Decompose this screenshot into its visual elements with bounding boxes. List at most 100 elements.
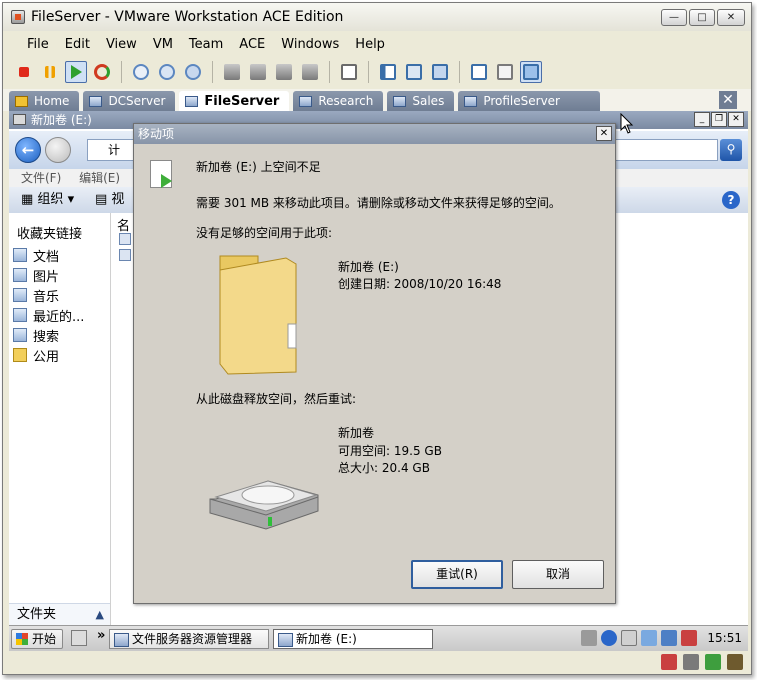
item-name: 新加卷 (E:) [338,260,399,274]
tab-profileserver[interactable]: ProfileServer [458,91,600,111]
team-suspend-button[interactable] [273,61,295,83]
monitor-icon[interactable] [661,630,678,646]
snapshot-icon [133,64,149,80]
folder-icon [13,348,27,362]
menu-ace[interactable]: ACE [231,37,273,52]
revert-snapshot-button[interactable] [156,61,178,83]
tab-fileserver[interactable]: FileServer [179,91,290,111]
search-input[interactable] [598,139,718,161]
nav-item-documents[interactable]: 文档 [13,245,84,265]
team-power-on-button[interactable] [247,61,269,83]
tab-home[interactable]: Home [9,91,80,111]
summary-view-icon [497,64,513,80]
taskbar-item-fsrm[interactable]: 文件服务器资源管理器 [109,629,269,649]
name-column-header[interactable]: 名 [117,215,130,234]
summary-view-button[interactable] [494,61,516,83]
quick-launch-icon[interactable] [71,630,87,646]
folders-toggle[interactable]: 文件夹 ▲ [9,603,110,625]
explorer-title: 新加卷 (E:) [31,113,92,127]
team-power-off-icon [224,64,240,80]
console-view-icon [471,64,487,80]
keyboard-icon[interactable] [581,630,598,646]
nav-item-search[interactable]: 搜索 [13,325,84,345]
minimize-button[interactable]: — [661,9,687,26]
tab-research[interactable]: Research [293,91,384,111]
power-on-icon [70,65,82,79]
back-button[interactable]: ← [15,137,41,163]
close-button[interactable]: ✕ [717,9,745,26]
dialog-title: 移动项 [138,127,175,141]
tab-dcserver[interactable]: DCServer [83,91,176,111]
menu-help[interactable]: Help [347,37,393,52]
usb-icon[interactable] [727,654,743,670]
menu-team[interactable]: Team [181,37,231,52]
quick-switch-button[interactable] [429,61,451,83]
clock[interactable]: 15:51 [707,631,742,645]
team-power-off-button[interactable] [221,61,243,83]
move-item-dialog: 移动项 ✕ 新加卷 (E:) 上空间不足 需要 301 MB 来移动此项目。请删… [133,123,616,604]
taskbar-item-label: 文件服务器资源管理器 [132,632,253,646]
chevron-right-icon[interactable]: » [97,628,105,643]
power-off-button[interactable] [13,61,35,83]
network-icon[interactable] [641,630,658,646]
close-tab-button[interactable]: ✕ [719,91,737,109]
team-reset-button[interactable] [299,61,321,83]
power-on-button[interactable] [65,61,87,83]
explorer-menu-file[interactable]: 文件(F) [21,171,61,185]
reset-button[interactable] [91,61,113,83]
nav-item-music[interactable]: 音乐 [13,285,84,305]
forward-button[interactable] [45,137,71,163]
appliance-view-icon [523,64,539,80]
menu-windows[interactable]: Windows [273,37,347,52]
help-icon[interactable] [601,630,618,646]
cancel-button[interactable]: 取消 [512,560,604,589]
views-label: 视 [111,192,125,207]
music-icon [13,288,27,302]
appliance-view-button[interactable] [520,61,542,83]
menu-bar: File Edit View VM Team ACE Windows Help [3,33,751,55]
menu-vm[interactable]: VM [145,37,181,52]
drive-name: 新加卷 [338,426,375,440]
nav-item-pictures[interactable]: 图片 [13,265,84,285]
fullscreen-icon [406,64,422,80]
organize-button[interactable]: ▦ 组织 ▾ [21,187,74,213]
tab-label: Research [318,94,374,108]
explorer-minimize-button[interactable]: _ [694,112,710,127]
toolbar-separator [329,61,330,83]
tab-sales[interactable]: Sales [387,91,455,111]
nav-item-recent[interactable]: 最近的... [13,305,84,325]
dialog-message: 需要 301 MB 来移动此项目。请删除或移动文件来获得足够的空间。 [196,196,561,210]
vmtools-icon[interactable] [661,654,677,670]
search-button[interactable]: ⚲ [720,139,742,161]
sidebar-toggle-button[interactable] [377,61,399,83]
volume-muted-icon[interactable] [681,630,698,646]
hdd-icon[interactable] [683,654,699,670]
language-icon[interactable] [621,630,638,646]
fullscreen-button[interactable] [403,61,425,83]
network-adapter-icon[interactable] [705,654,721,670]
help-icon[interactable]: ? [722,191,740,209]
console-view-button[interactable] [468,61,490,83]
dialog-close-button[interactable]: ✕ [596,126,612,141]
capture-button[interactable] [338,61,360,83]
views-button[interactable]: ▤ 视 [95,187,124,213]
navigation-pane: 收藏夹链接 文档 图片 音乐 最近的... 搜索 公用 文件夹 ▲ [9,213,111,651]
dialog-title-bar[interactable]: 移动项 ✕ [134,124,615,144]
snapshot-button[interactable] [130,61,152,83]
title-bar[interactable]: FileServer - VMware Workstation ACE Edit… [3,3,751,31]
explorer-restore-button[interactable]: ❐ [711,112,727,127]
start-button[interactable]: 开始 [11,629,64,649]
menu-view[interactable]: View [98,37,145,52]
snapshot-manager-button[interactable] [182,61,204,83]
taskbar-item-explorer[interactable]: 新加卷 (E:) [273,629,433,649]
explorer-menu-edit[interactable]: 编辑(E) [79,171,120,185]
capture-icon [341,64,357,80]
menu-edit[interactable]: Edit [57,37,98,52]
retry-button[interactable]: 重试(R) [411,560,503,589]
nav-item-public[interactable]: 公用 [13,345,84,365]
explorer-close-button[interactable]: ✕ [728,112,744,127]
suspend-button[interactable] [39,61,61,83]
revert-snapshot-icon [159,64,175,80]
maximize-button[interactable]: □ [689,9,715,26]
menu-file[interactable]: File [19,37,57,52]
